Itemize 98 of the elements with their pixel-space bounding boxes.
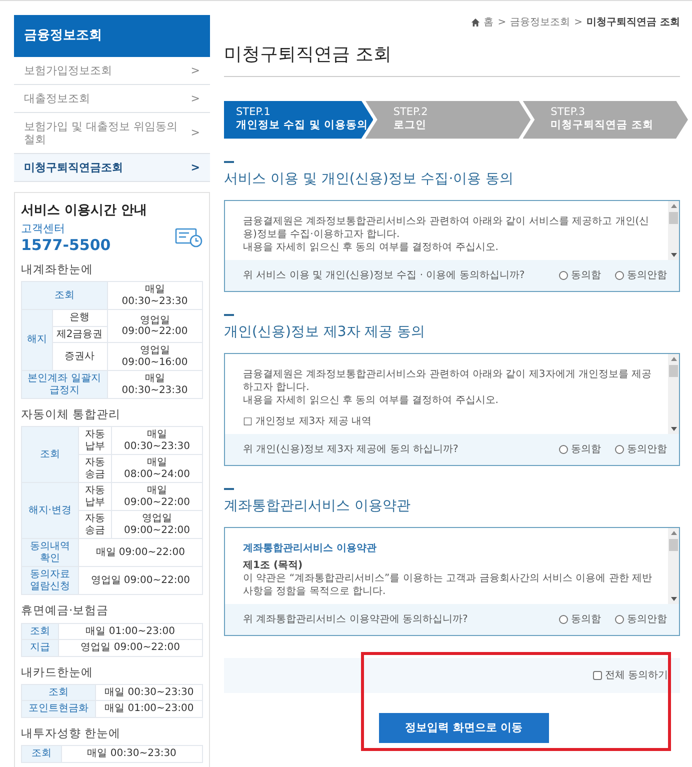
radio-button[interactable] [615, 444, 624, 454]
checkbox[interactable] [592, 670, 602, 680]
menu-label: 미청구퇴직연금조회 [24, 161, 123, 174]
table-cell: 매일 09:00~22:00 [111, 482, 202, 511]
section-heading: 내투자성향 한눈에 [21, 724, 122, 742]
submit-button[interactable]: 정보입력 화면으로 이동 [379, 712, 549, 744]
table-header-cell: 해지·변경 [22, 482, 78, 539]
section-heading: 계좌통합관리서비스 이용약관 [224, 488, 680, 517]
table-cell: 은행 [52, 310, 108, 326]
sidebar-title: 금융정보조회 [14, 15, 210, 56]
breadcrumb-separator: > [574, 16, 583, 30]
terms-text: 금융결제원은 계좌정보통합관리서비스와 관련하여 아래와 같이 제3자에게 개인정보를 제공하고자 합니다. [243, 368, 653, 394]
terms-text: 금융결제원은 계좌정보통합관리서비스와 관련하여 아래와 같이 서비스를 제공하고 개인(신용)정보를 수집·이용하고자 합니다. [243, 214, 650, 241]
step-label: 개인정보 수집 및 이용동의 [236, 118, 369, 132]
table-header-cell: 포인트현금화 [22, 700, 96, 718]
table-cell: 자동송금 [78, 454, 112, 483]
agree-all-checkbox[interactable]: 전체 동의하기 [592, 668, 668, 683]
home-icon[interactable] [470, 18, 480, 27]
table-header-cell: 조회 [22, 426, 78, 483]
breadcrumb-link[interactable]: 금융정보조회 [510, 15, 570, 30]
table-header-cell: 조회 [22, 684, 96, 701]
table-cell: 자동납부 [78, 426, 112, 455]
table-header-cell: 조회 [22, 746, 62, 762]
table-header-cell: 동의자료 열람신청 [22, 566, 78, 595]
scrollbar[interactable] [668, 528, 679, 604]
table-header-cell: 조회 [22, 282, 108, 310]
panel-title: 서비스 이용시간 안내 [21, 202, 148, 220]
table-cell: 자동송금 [78, 510, 112, 539]
section-heading: 서비스 이용 및 개인(신용)정보 수집·이용 동의 [224, 160, 680, 190]
radio-option[interactable]: 동의안함 [615, 612, 667, 627]
radio-button[interactable] [615, 270, 624, 280]
table-cell: 매일 09:00~22:00 [78, 538, 202, 567]
contact-label: 고객센터 [21, 220, 66, 237]
scrollbar[interactable] [668, 200, 679, 260]
radio-option[interactable]: 동의함 [559, 442, 601, 457]
table-header-cell: 지급 [22, 640, 58, 656]
radio-option[interactable]: 동의안함 [615, 268, 667, 283]
article-heading: 제1조 (목적) [243, 558, 304, 572]
chevron-icon: > [190, 92, 200, 105]
terms-text: □ 개인정보 제3자 제공 내역 [243, 414, 373, 428]
step-label: 로그인 [393, 118, 428, 132]
card-clock-icon [175, 226, 203, 248]
table-cell: 매일 08:00~24:00 [111, 454, 202, 483]
table-cell: 영업일 09:00~16:00 [107, 342, 202, 371]
menu-label: 보험가입정보조회 [24, 64, 112, 77]
section-heading: 자동이체 통합관리 [21, 406, 122, 424]
breadcrumb-separator: > [498, 16, 506, 30]
radio-option[interactable]: 동의안함 [615, 442, 667, 457]
table-header-cell: 해지 [22, 310, 52, 371]
table-cell: 매일 01:00~23:00 [96, 700, 202, 718]
breadcrumb-link[interactable]: 홈 [484, 15, 494, 30]
sidebar-menu-item[interactable]: 보험가입정보조회 > [14, 56, 210, 85]
table-cell: 매일 00:30~23:30 [107, 282, 202, 310]
table-cell: 매일 00:30~23:30 [107, 370, 202, 399]
table-cell: 매일 00:30~23:30 [96, 684, 202, 701]
terms-text: 내용을 자세히 읽으신 후 동의 여부를 결정하여 주십시오. [243, 240, 500, 254]
terms-text: 이 약관은 “계좌통합관리서비스”를 이용하는 고객과 금융회사간의 서비스 이용에 관한 제반 사항을 정함을 목적으로 합니다. [243, 572, 653, 598]
table-cell: 영업일 09:00~22:00 [78, 566, 202, 595]
terms-title: 계좌통합관리서비스 이용약관 [243, 542, 378, 555]
table-cell: 매일 00:30~23:30 [61, 746, 202, 762]
sidebar-menu-item[interactable]: 미청구퇴직연금조회 > [14, 154, 210, 182]
table-header-cell: 본인계좌 일괄지급정지 [22, 370, 108, 399]
radio-option[interactable]: 동의함 [559, 612, 601, 627]
chevron-icon: > [190, 126, 200, 140]
radio-button[interactable] [615, 614, 624, 624]
table-cell: 자동납부 [78, 482, 112, 511]
step-label: 미청구퇴직연금 조회 [550, 118, 654, 132]
table-header-cell: 동의내역 확인 [22, 538, 78, 567]
section-heading: 개인(신용)정보 제3자 제공 동의 [224, 314, 680, 343]
phone-number: 1577-5500 [21, 237, 111, 254]
table-header-cell: 조회 [22, 623, 58, 640]
question-text: 위 개인(신용)정보 제3자 제공에 동의 하십니까? [243, 442, 458, 457]
table-cell: 매일 01:00~23:00 [58, 623, 202, 640]
menu-label: 보험가입 및 대출정보 위임동의 철회 [24, 120, 178, 146]
section-heading: 휴면예금·보험금 [21, 602, 110, 620]
step-number: STEP.2 [393, 106, 429, 119]
radio-option[interactable]: 동의함 [559, 268, 601, 283]
chevron-icon: > [190, 161, 200, 174]
section-heading: 내계좌한눈에 [21, 260, 94, 278]
table-cell: 매일 00:30~23:30 [111, 426, 202, 455]
section-heading: 내카드한눈에 [21, 664, 94, 681]
table-cell: 영업일 09:00~22:00 [111, 510, 202, 539]
sidebar-menu-item[interactable]: 대출정보조회 > [14, 84, 210, 113]
question-text: 위 서비스 이용 및 개인(신용)정보 수집 · 이용에 동의하십니까? [243, 268, 525, 283]
table-cell: 영업일 09:00~22:00 [58, 640, 202, 656]
chevron-icon: > [190, 64, 200, 77]
step-number: STEP.1 [236, 106, 272, 119]
table-cell: 영업일 09:00~22:00 [107, 310, 202, 343]
breadcrumb-current: 미청구퇴직연금 조회 [586, 16, 680, 30]
step-number: STEP.3 [550, 106, 586, 119]
page-title: 미청구퇴직연금 조회 [224, 30, 680, 77]
terms-text: 내용을 자세히 읽으신 후 동의 여부를 결정하여 주십시오. [243, 394, 500, 407]
scrollbar[interactable] [668, 354, 679, 434]
radio-button[interactable] [559, 444, 568, 454]
radio-button[interactable] [559, 614, 568, 624]
question-text: 위 계좌통합관리서비스 이용약관에 동의하십니까? [243, 612, 468, 627]
radio-button[interactable] [559, 270, 568, 280]
menu-label: 대출정보조회 [24, 92, 90, 105]
